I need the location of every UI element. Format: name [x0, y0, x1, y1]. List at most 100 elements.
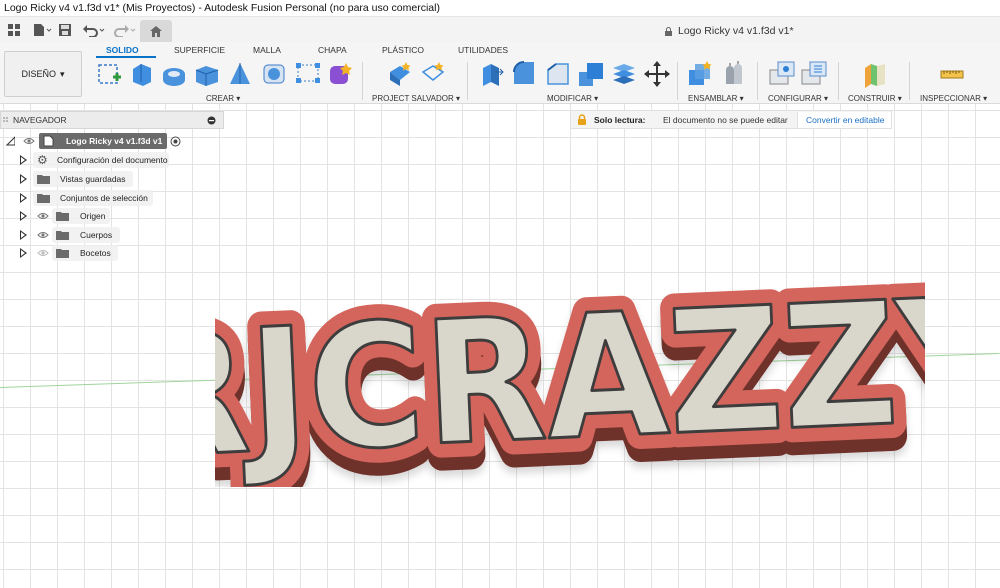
ribbon-toolbar: DISEÑO ▾ SOLIDO SUPERFICIE MALLA CHAPA P…	[0, 42, 1000, 104]
lock-icon	[665, 26, 672, 36]
readonly-message: El documento no se puede editar	[663, 115, 788, 125]
group-label-inspeccionar[interactable]: INSPECCIONAR ▾	[920, 94, 987, 103]
move-icon[interactable]	[643, 60, 671, 88]
revolve-icon[interactable]	[160, 60, 188, 88]
joint-icon[interactable]	[720, 60, 748, 88]
document-tab-label: Logo Ricky v4 v1.f3d v1*	[678, 25, 794, 37]
shell-icon[interactable]	[577, 60, 605, 88]
extrude-icon[interactable]	[128, 60, 156, 88]
folder-icon	[37, 175, 50, 184]
panel-grip-icon[interactable]	[3, 117, 9, 123]
group-separator	[757, 62, 758, 100]
navigator-item[interactable]: Cuerpos	[0, 227, 220, 243]
navigator-item[interactable]: Origen	[0, 208, 220, 224]
navigator-root[interactable]: Logo Ricky v4 v1.f3d v1	[0, 133, 220, 149]
group-separator	[467, 62, 468, 100]
combine-icon[interactable]	[610, 60, 638, 88]
chevron-down-icon: ▾	[59, 68, 65, 79]
root-item-label: Logo Ricky v4 v1.f3d v1	[66, 136, 163, 146]
group-label-configurar[interactable]: CONFIGURAR ▾	[768, 94, 828, 103]
construction-plane-icon[interactable]	[861, 60, 889, 88]
redo-icon[interactable]	[112, 22, 136, 38]
group-label-construir[interactable]: CONSTRUIR ▾	[848, 94, 902, 103]
title-bar: Logo Ricky v4 v1.f3d v1* (Mis Proyectos)…	[0, 0, 1000, 17]
lock-icon	[578, 114, 586, 125]
save-icon[interactable]	[58, 22, 72, 38]
tab-utilidades[interactable]: UTILIDADES	[458, 45, 508, 55]
pattern-icon[interactable]	[294, 60, 322, 88]
group-label-modificar[interactable]: MODIFICAR ▾	[547, 94, 598, 103]
navigator-item[interactable]: Conjuntos de selección	[0, 190, 220, 206]
measure-icon[interactable]	[938, 60, 966, 88]
configure-rule-icon[interactable]	[800, 60, 828, 88]
navigator-item-label: Conjuntos de selección	[60, 193, 148, 203]
navigator-item[interactable]: ⚙ Configuración del documento	[0, 152, 220, 168]
rjcrazzy-model[interactable]: RJCRAZZY RJCRAZZY RJCRAZZY	[215, 272, 925, 487]
folder-icon	[56, 249, 69, 258]
loft-icon[interactable]	[226, 60, 254, 88]
navigator-item-label: Vistas guardadas	[60, 174, 126, 184]
group-separator	[909, 62, 910, 100]
group-separator	[838, 62, 839, 100]
expand-triangle-icon[interactable]	[20, 248, 27, 258]
app-grid-icon[interactable]	[7, 22, 21, 38]
rib-icon[interactable]	[260, 60, 288, 88]
svg-text:RJCRAZZY: RJCRAZZY	[215, 272, 925, 487]
expand-triangle-icon[interactable]	[20, 174, 27, 184]
folder-icon	[56, 212, 69, 221]
collapse-panel-icon[interactable]	[207, 116, 216, 125]
chamfer-icon[interactable]	[544, 60, 572, 88]
tab-plastico[interactable]: PLÁSTICO	[382, 45, 424, 55]
navigator-header[interactable]: NAVEGADOR	[0, 111, 224, 129]
navigator-item-label: Bocetos	[80, 248, 111, 258]
workspace-switcher-button[interactable]: DISEÑO ▾	[4, 51, 82, 97]
file-menu-icon[interactable]	[32, 22, 52, 38]
convert-editable-button[interactable]: Convertir en editable	[797, 112, 891, 128]
eye-icon[interactable]	[23, 137, 35, 145]
home-button[interactable]	[140, 20, 172, 42]
navigator-item-label: Origen	[80, 211, 106, 221]
project-sketch-icon[interactable]	[419, 60, 447, 88]
expand-triangle-icon[interactable]	[20, 211, 27, 221]
expand-triangle-icon[interactable]	[20, 193, 27, 203]
new-sketch-icon[interactable]	[96, 60, 124, 88]
active-tab-indicator	[96, 56, 156, 58]
navigator-item[interactable]: Bocetos	[0, 245, 220, 261]
group-label-crear[interactable]: CREAR ▾	[206, 94, 240, 103]
document-icon	[43, 135, 54, 147]
activate-radio-icon[interactable]	[170, 136, 181, 147]
workspace-label: DISEÑO	[21, 69, 56, 79]
tab-chapa[interactable]: CHAPA	[318, 45, 347, 55]
expand-triangle-icon[interactable]	[20, 230, 27, 240]
document-tab[interactable]: Logo Ricky v4 v1.f3d v1*	[664, 25, 794, 37]
press-pull-icon[interactable]	[477, 60, 505, 88]
eye-hidden-icon[interactable]	[37, 249, 49, 257]
collapse-triangle-icon[interactable]	[6, 136, 15, 146]
navigator-item-label: Cuerpos	[80, 230, 113, 240]
home-icon	[150, 25, 162, 37]
project-tool-icon[interactable]	[386, 60, 414, 88]
navigator-title: NAVEGADOR	[13, 115, 67, 125]
folder-icon	[37, 194, 50, 203]
undo-icon[interactable]	[82, 22, 106, 38]
gear-icon: ⚙	[37, 153, 48, 167]
group-label-ensamblar[interactable]: ENSAMBLAR ▾	[688, 94, 744, 103]
tab-malla[interactable]: MALLA	[253, 45, 281, 55]
navigator-item-label: Configuración del documento	[57, 155, 168, 165]
group-separator	[362, 62, 363, 100]
form-icon[interactable]	[326, 60, 354, 88]
readonly-banner: Solo lectura: El documento no se puede e…	[570, 110, 892, 129]
sweep-icon[interactable]	[193, 60, 221, 88]
model-face: RJCRAZZY	[215, 272, 925, 487]
tab-solido[interactable]: SOLIDO	[106, 45, 139, 55]
eye-icon[interactable]	[37, 231, 49, 239]
tab-superficie[interactable]: SUPERFICIE	[174, 45, 225, 55]
group-label-project[interactable]: PROJECT SALVADOR ▾	[372, 94, 460, 103]
expand-triangle-icon[interactable]	[20, 155, 27, 165]
eye-icon[interactable]	[37, 212, 49, 220]
new-component-icon[interactable]	[686, 60, 714, 88]
navigator-item[interactable]: Vistas guardadas	[0, 171, 220, 187]
folder-icon	[56, 231, 69, 240]
configure-table-icon[interactable]	[768, 60, 796, 88]
fillet-icon[interactable]	[510, 60, 538, 88]
